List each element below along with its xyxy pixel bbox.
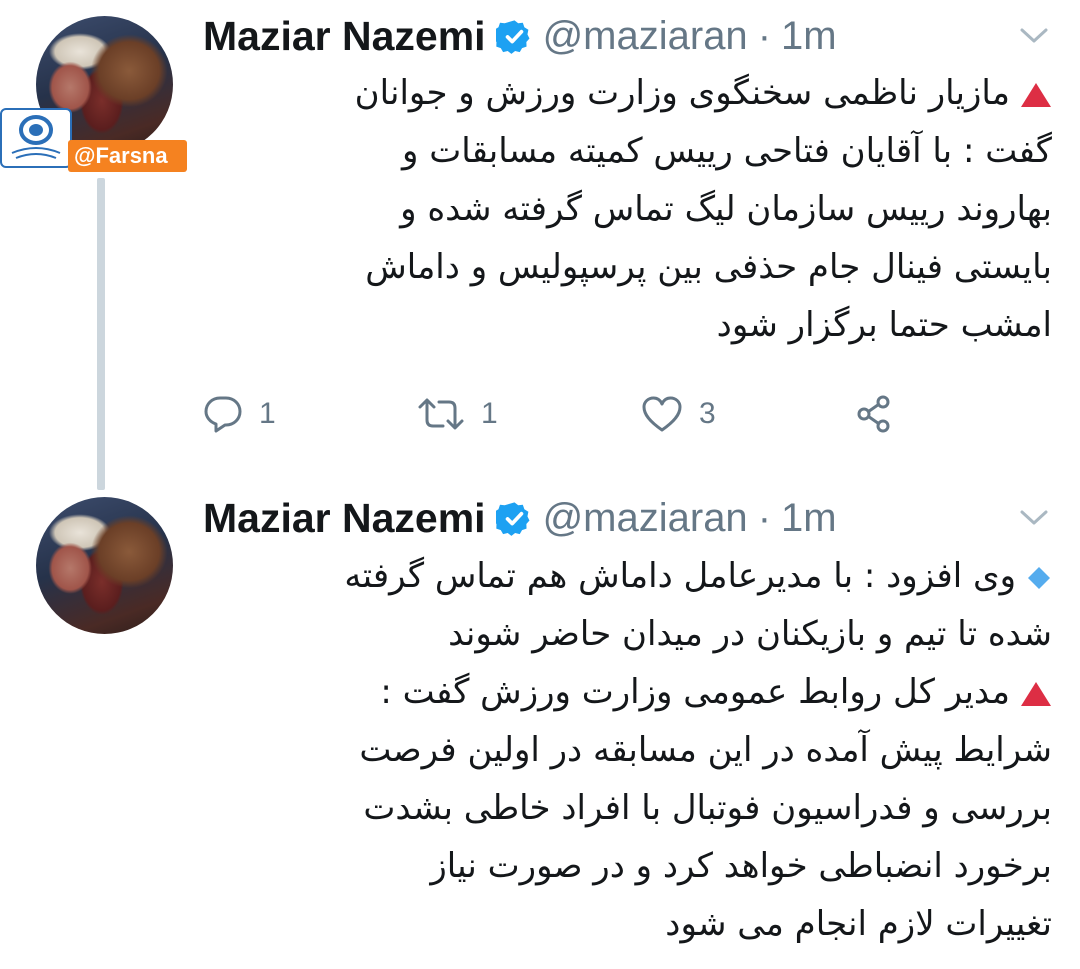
like-count: 3 xyxy=(699,397,716,430)
verified-badge-icon xyxy=(495,501,530,536)
heart-icon xyxy=(642,396,682,432)
tweet-text-line: شده تا تیم و بازیکنان در میدان حاضر شوند xyxy=(448,614,1052,654)
share-button[interactable] xyxy=(855,384,895,444)
reply-button[interactable]: 1 xyxy=(203,384,276,444)
tweet-text: وی افزود : با مدیرعامل داماش هم تماس گرف… xyxy=(222,547,1052,953)
tweet-2[interactable]: Maziar Nazemi @maziaran · 1m وی افزود : … xyxy=(0,482,1080,969)
author-name[interactable]: Maziar Nazemi xyxy=(203,13,486,60)
retweet-button[interactable]: 1 xyxy=(417,384,498,444)
tweet-timestamp[interactable]: 1m xyxy=(781,14,837,59)
red-triangle-icon xyxy=(1021,82,1051,107)
tweet-text-line: وی افزود : با مدیرعامل داماش هم تماس گرف… xyxy=(222,547,1052,605)
farsna-watermark: @Farsna xyxy=(0,106,187,172)
reply-count: 1 xyxy=(259,397,276,430)
share-icon xyxy=(857,395,890,433)
tweet-text-line: تغییرات لازم انجام می شود xyxy=(665,904,1052,944)
meta-separator: · xyxy=(757,13,772,58)
tweet-text-line: بهاروند رییس سازمان لیگ تماس گرفته شده و xyxy=(400,189,1052,229)
farsna-logo-icon xyxy=(0,108,72,168)
chevron-down-icon[interactable] xyxy=(1019,509,1049,527)
author-handle[interactable]: @maziaran xyxy=(543,14,748,59)
verified-badge-icon xyxy=(495,19,530,54)
tweet-text-line: امشب حتما برگزار شود xyxy=(716,305,1052,345)
tweet-actions: 1 1 3 xyxy=(203,384,923,444)
retweet-icon xyxy=(418,398,464,430)
tweet-text-line: شرایط پیش آمده در این مسابقه در اولین فر… xyxy=(359,730,1052,770)
farsna-tag: @Farsna xyxy=(68,140,187,172)
tweet-timestamp[interactable]: 1m xyxy=(781,496,837,541)
tweet-text-line: مدیر کل روابط عمومی وزارت ورزش گفت : xyxy=(222,663,1052,721)
tweet-header: Maziar Nazemi @maziaran · 1m xyxy=(203,12,1053,60)
red-triangle-icon xyxy=(1021,681,1051,706)
tweet-text-line: گفت : با آقایان فتاحی رییس کمیته مسابقات… xyxy=(401,131,1052,171)
meta-separator: · xyxy=(757,495,772,540)
tweet-text-line: برخورد انضباطی خواهد کرد و در صورت نیاز xyxy=(430,846,1052,886)
blue-diamond-icon xyxy=(1028,566,1050,589)
tweet-header: Maziar Nazemi @maziaran · 1m xyxy=(203,494,1053,542)
chevron-down-icon[interactable] xyxy=(1019,27,1049,45)
author-avatar[interactable] xyxy=(36,497,173,634)
author-handle[interactable]: @maziaran xyxy=(543,496,748,541)
tweet-1[interactable]: @Farsna Maziar Nazemi @maziaran · 1m ماز… xyxy=(0,0,1080,480)
reply-icon xyxy=(204,396,242,433)
tweet-text-line: بررسی و فدراسیون فوتبال با افراد خاطی بش… xyxy=(363,788,1052,828)
like-button[interactable]: 3 xyxy=(641,384,716,444)
tweet-text: مازیار ناظمی سخنگوی وزارت ورزش و جوانان … xyxy=(222,64,1052,354)
tweet-text-line: مازیار ناظمی سخنگوی وزارت ورزش و جوانان xyxy=(222,64,1052,122)
tweet-text-line: بایستی فینال جام حذفی بین پرسپولیس و دام… xyxy=(365,247,1052,287)
author-name[interactable]: Maziar Nazemi xyxy=(203,495,486,542)
retweet-count: 1 xyxy=(481,397,498,430)
